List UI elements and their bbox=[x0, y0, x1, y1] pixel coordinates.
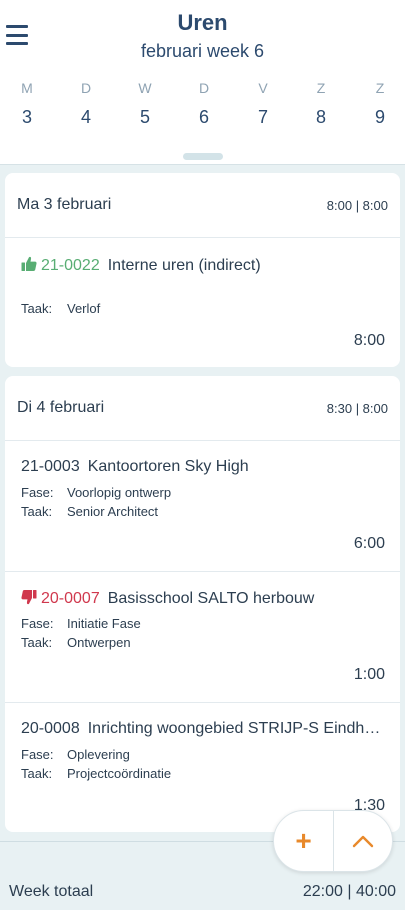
day-selector-wed[interactable]: W 5 bbox=[125, 80, 165, 128]
day-card-header: Di 4 februari 8:30 | 8:00 bbox=[5, 376, 400, 441]
week-subtitle: februari week 6 bbox=[140, 41, 265, 61]
entry-title: 21-0022 Interne uren (indirect) bbox=[21, 256, 386, 275]
time-entry[interactable]: 21-0022 Interne uren (indirect) Taak: Verl… bbox=[5, 238, 400, 366]
project-code: 20-0008 bbox=[21, 720, 80, 737]
phase-value: Voorlopig ontwerp bbox=[67, 485, 172, 500]
floating-action-group: + bbox=[273, 810, 393, 872]
day-selector-fri[interactable]: V 7 bbox=[243, 80, 283, 128]
day-list[interactable]: Ma 3 februari 8:00 | 8:00 21-0022 Interne… bbox=[0, 166, 405, 841]
day-totals: 8:00 | 8:00 bbox=[326, 197, 388, 213]
day-number: 6 bbox=[198, 107, 209, 127]
thumbs-up-icon bbox=[21, 256, 37, 271]
day-letter: Z bbox=[375, 80, 385, 96]
entry-title: 20-0007 Basisschool SALTO herbouw bbox=[21, 589, 386, 608]
day-title: Ma 3 februari bbox=[17, 196, 112, 213]
scroll-up-button[interactable] bbox=[332, 811, 392, 871]
week-total-value: 22:00 | 40:00 bbox=[302, 883, 396, 900]
entry-phase: Fase: Oplevering bbox=[21, 747, 130, 762]
day-number: 4 bbox=[80, 107, 91, 127]
day-card-header: Ma 3 februari 8:00 | 8:00 bbox=[5, 173, 400, 238]
day-selector-thu[interactable]: D 6 bbox=[184, 80, 224, 128]
entry-task: Taak: Projectcoördinatie bbox=[21, 766, 171, 781]
drag-handle[interactable] bbox=[183, 153, 223, 160]
project-name: Inrichting woongebied STRIJP-S Eindhoven bbox=[87, 720, 386, 737]
phase-label: Fase: bbox=[21, 485, 54, 500]
task-label: Taak: bbox=[21, 301, 53, 316]
day-letter: D bbox=[198, 80, 210, 96]
day-selector-tue[interactable]: D 4 bbox=[66, 80, 106, 128]
task-value: Ontwerpen bbox=[67, 635, 131, 650]
entry-title: 20-0008 Inrichting woongebied STRIJP-S Ei… bbox=[21, 720, 386, 738]
entry-phase: Fase: Voorlopig ontwerp bbox=[21, 485, 171, 500]
day-card-tuesday: Di 4 februari 8:30 | 8:00 21-0003 Kantoor… bbox=[5, 376, 400, 832]
phase-value: Initiatie Fase bbox=[67, 616, 141, 631]
day-number: 7 bbox=[257, 107, 268, 127]
day-letter: V bbox=[258, 80, 268, 96]
day-number: 5 bbox=[139, 107, 150, 127]
day-letter: M bbox=[21, 80, 33, 96]
day-selector-mon[interactable]: M 3 bbox=[7, 80, 47, 128]
day-totals: 8:30 | 8:00 bbox=[326, 400, 388, 416]
task-label: Taak: bbox=[21, 504, 53, 519]
task-value: Projectcoördinatie bbox=[67, 766, 172, 781]
entry-task: Taak: Senior Architect bbox=[21, 504, 158, 519]
week-day-strip: M 3 D 4 W 5 D 6 V 7 Z 8 Z 9 bbox=[0, 80, 405, 140]
thumbs-down-icon bbox=[21, 590, 37, 605]
day-letter: D bbox=[80, 80, 92, 96]
day-letter: Z bbox=[316, 80, 326, 96]
day-letter: W bbox=[138, 80, 152, 96]
entry-phase: Fase: Initiatie Fase bbox=[21, 616, 141, 631]
entry-hours: 1:00 bbox=[353, 666, 385, 683]
page-title: Uren bbox=[177, 10, 228, 35]
day-selector-sun[interactable]: Z 9 bbox=[360, 80, 400, 128]
entry-task: Taak: Verlof bbox=[21, 301, 100, 316]
entry-title: 21-0003 Kantoortoren Sky High bbox=[21, 458, 386, 476]
phase-label: Fase: bbox=[21, 747, 54, 762]
day-title: Di 4 februari bbox=[17, 399, 105, 416]
app-header: Uren februari week 6 M 3 D 4 W 5 D 6 V 7… bbox=[0, 0, 405, 165]
time-entry[interactable]: 21-0003 Kantoortoren Sky High Fase: Voorlo… bbox=[5, 441, 400, 572]
project-code: 21-0022 bbox=[41, 257, 100, 274]
add-entry-button[interactable]: + bbox=[274, 811, 333, 871]
week-total-label: Week totaal bbox=[9, 883, 94, 900]
project-code: 21-0003 bbox=[21, 458, 80, 475]
phase-label: Fase: bbox=[21, 616, 54, 631]
task-label: Taak: bbox=[21, 766, 53, 781]
day-number: 8 bbox=[315, 107, 326, 127]
entry-task: Taak: Ontwerpen bbox=[21, 635, 131, 650]
day-card-monday: Ma 3 februari 8:00 | 8:00 21-0022 Interne… bbox=[5, 173, 400, 367]
chevron-up-icon bbox=[352, 835, 374, 848]
entry-hours: 8:00 bbox=[353, 332, 385, 349]
time-entry[interactable]: 20-0007 Basisschool SALTO herbouw Fase: In… bbox=[5, 572, 400, 703]
project-name: Interne uren (indirect) bbox=[107, 257, 261, 274]
task-value: Verlof bbox=[67, 301, 101, 316]
day-number: 3 bbox=[21, 107, 32, 127]
project-name: Basisschool SALTO herbouw bbox=[107, 590, 315, 607]
task-value: Senior Architect bbox=[67, 504, 159, 519]
task-label: Taak: bbox=[21, 635, 53, 650]
phase-value: Oplevering bbox=[67, 747, 130, 762]
day-number: 9 bbox=[374, 107, 385, 127]
project-code: 20-0007 bbox=[41, 590, 100, 607]
entry-hours: 6:00 bbox=[353, 535, 385, 552]
plus-icon: + bbox=[295, 825, 312, 856]
day-selector-sat[interactable]: Z 8 bbox=[301, 80, 341, 128]
project-name: Kantoortoren Sky High bbox=[87, 458, 249, 475]
